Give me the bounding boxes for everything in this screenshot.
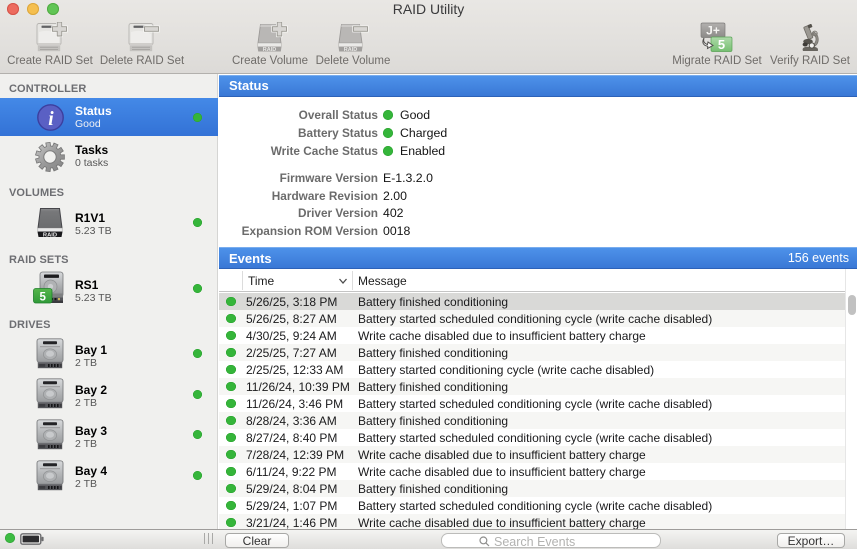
svg-text:i: i	[48, 108, 54, 129]
svg-text:RAID: RAID	[43, 232, 57, 238]
svg-text:5: 5	[39, 291, 46, 303]
svg-text:5: 5	[718, 37, 725, 52]
svg-text:RAID: RAID	[344, 47, 357, 53]
svg-text:RAID: RAID	[263, 47, 276, 53]
svg-text:J+: J+	[706, 24, 720, 38]
